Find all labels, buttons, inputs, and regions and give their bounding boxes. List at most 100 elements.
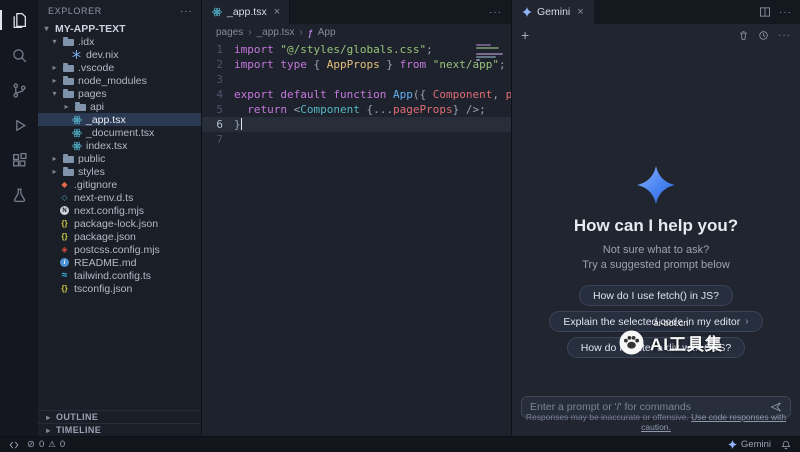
text-cursor [241, 118, 242, 130]
tree-item-index-tsx[interactable]: index.tsx [38, 139, 201, 152]
postcss-icon [59, 245, 70, 255]
folder-icon [75, 104, 86, 111]
chevron-down-icon: ▾ [42, 24, 51, 33]
greeting-heading: How can I help you? [574, 216, 738, 236]
code-line: import "@/styles/globals.css"; [234, 42, 511, 57]
explorer-sidebar: EXPLORER ··· ▾MY-APP-TEXT ▾.idx dev.nix … [38, 0, 202, 436]
tree-item-next-env[interactable]: next-env.d.ts [38, 191, 201, 204]
explorer-icon[interactable] [9, 10, 29, 30]
notifications-bell-icon[interactable] [781, 440, 791, 450]
code-line: } [234, 117, 511, 132]
json-icon [59, 219, 70, 229]
source-control-icon[interactable] [9, 80, 29, 100]
tree-item-next-config[interactable]: next.config.mjs [38, 204, 201, 217]
error-count: 0 [39, 439, 44, 450]
trash-icon[interactable] [738, 30, 749, 41]
panel-more-icon[interactable]: ··· [779, 7, 792, 18]
tree-item-package-json[interactable]: package.json [38, 230, 201, 243]
tree-item-node-modules[interactable]: ▸node_modules [38, 74, 201, 87]
remote-indicator[interactable] [9, 440, 19, 450]
chat-more-icon[interactable]: ··· [778, 30, 791, 41]
gemini-panel: Gemini × ··· + ··· [512, 0, 800, 436]
chevron-down-icon: ▾ [50, 89, 59, 98]
search-icon[interactable] [9, 45, 29, 65]
extensions-icon[interactable] [9, 150, 29, 170]
folder-icon [63, 65, 74, 72]
close-icon[interactable]: × [274, 6, 280, 18]
tree-item-tsconfig[interactable]: tsconfig.json [38, 282, 201, 295]
file-tree: ▾MY-APP-TEXT ▾.idx dev.nix ▸.vscode ▸nod… [38, 22, 201, 295]
tree-item-tailwind[interactable]: tailwind.config.ts [38, 269, 201, 282]
folder-icon [63, 156, 74, 163]
editor-more-actions-icon[interactable]: ··· [489, 7, 511, 18]
code-line: export default function App({ Component,… [234, 87, 511, 102]
timeline-section[interactable]: ▸TIMELINE [38, 423, 201, 436]
tree-item-readme[interactable]: README.md [38, 256, 201, 269]
react-icon [211, 7, 222, 17]
current-line: 6} [202, 117, 511, 132]
tree-item-pages[interactable]: ▾pages [38, 87, 201, 100]
chevron-down-icon: ▾ [50, 37, 59, 46]
folder-icon [63, 169, 74, 176]
gemini-toolbar: + ··· [512, 24, 800, 46]
tree-item-postcss[interactable]: postcss.config.mjs [38, 243, 201, 256]
tree-item-styles[interactable]: ▸styles [38, 165, 201, 178]
chevron-right-icon: ▸ [50, 76, 59, 85]
activity-bar [0, 0, 38, 436]
folder-icon [63, 78, 74, 85]
tree-item-public[interactable]: ▸public [38, 152, 201, 165]
disclaimer-text: Responses may be inaccurate or offensive… [512, 412, 800, 432]
prompt-chip-explain[interactable]: Explain the selected code in my editor› [549, 311, 762, 332]
minimap[interactable] [476, 44, 506, 62]
tree-item-api[interactable]: ▸api [38, 100, 201, 113]
tree-item-vscode[interactable]: ▸.vscode [38, 61, 201, 74]
close-icon[interactable]: × [577, 6, 583, 18]
chevron-right-icon: ▸ [62, 102, 71, 111]
history-icon[interactable] [758, 30, 769, 41]
problems-indicator[interactable]: ⊘ 0 ⚠ 0 [27, 439, 65, 450]
new-chat-icon[interactable]: + [521, 28, 529, 42]
tree-item-package-lock[interactable]: package-lock.json [38, 217, 201, 230]
gemini-status-item[interactable]: Gemini [728, 439, 771, 450]
explorer-title: EXPLORER [48, 6, 102, 16]
chevron-right-icon: ▸ [50, 167, 59, 176]
code-line [234, 72, 511, 87]
tab-gemini[interactable]: Gemini × [512, 0, 594, 24]
tree-item-gitignore[interactable]: .gitignore [38, 178, 201, 191]
prompt-chip-center-div[interactable]: How do I center a div with CSS? [567, 337, 746, 358]
react-icon [71, 128, 82, 138]
labs-icon[interactable] [9, 185, 29, 205]
git-icon [59, 180, 70, 190]
json-icon [59, 284, 70, 294]
status-bar: ⊘ 0 ⚠ 0 Gemini [0, 436, 800, 452]
nextjs-icon [59, 206, 70, 216]
prompt-chip-fetch[interactable]: How do I use fetch() in JS? [579, 285, 733, 306]
tree-item-root[interactable]: ▾MY-APP-TEXT [38, 22, 201, 35]
breadcrumb-separator: › [299, 27, 302, 38]
react-icon [71, 141, 82, 151]
code-line [234, 132, 511, 147]
tree-item-document-tsx[interactable]: _document.tsx [38, 126, 201, 139]
readme-info-icon [59, 258, 70, 268]
warning-count: 0 [60, 439, 65, 450]
tree-item-idx[interactable]: ▾.idx [38, 35, 201, 48]
chevron-right-icon: ▸ [50, 154, 59, 163]
main-window: EXPLORER ··· ▾MY-APP-TEXT ▾.idx dev.nix … [0, 0, 800, 436]
chevron-right-icon: ▸ [44, 413, 53, 422]
tree-item-devnix[interactable]: dev.nix [38, 48, 201, 61]
run-debug-icon[interactable] [9, 115, 29, 135]
outline-section[interactable]: ▸OUTLINE [38, 410, 201, 423]
chat-area: How can I help you? Not sure what to ask… [512, 46, 800, 436]
typescript-icon [59, 193, 70, 203]
code-line: return <Component {...pageProps} />; [234, 102, 511, 117]
code-editor[interactable]: 1import "@/styles/globals.css"; 2import … [202, 41, 511, 436]
tree-item-app-tsx[interactable]: _app.tsx [38, 113, 201, 126]
breadcrumb[interactable]: pages›_app.tsx›ƒApp [202, 24, 511, 41]
explorer-more-icon[interactable]: ··· [180, 6, 193, 17]
split-editor-icon[interactable] [759, 6, 771, 18]
tab-app-tsx[interactable]: _app.tsx × [202, 0, 290, 24]
breadcrumb-separator: › [248, 27, 251, 38]
nix-icon [71, 50, 82, 60]
editor-tab-bar: _app.tsx × ··· [202, 0, 511, 24]
json-icon [59, 232, 70, 242]
